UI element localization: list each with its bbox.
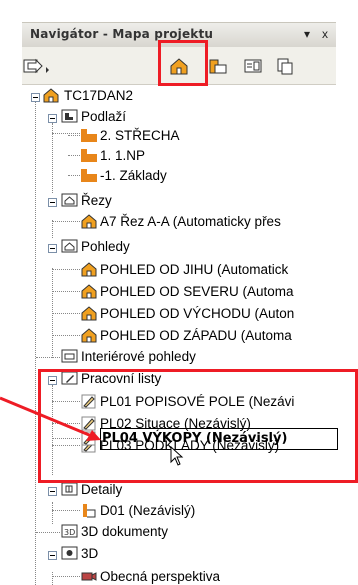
mouse-cursor-icon (170, 446, 184, 466)
annotation-arrow (0, 396, 101, 441)
